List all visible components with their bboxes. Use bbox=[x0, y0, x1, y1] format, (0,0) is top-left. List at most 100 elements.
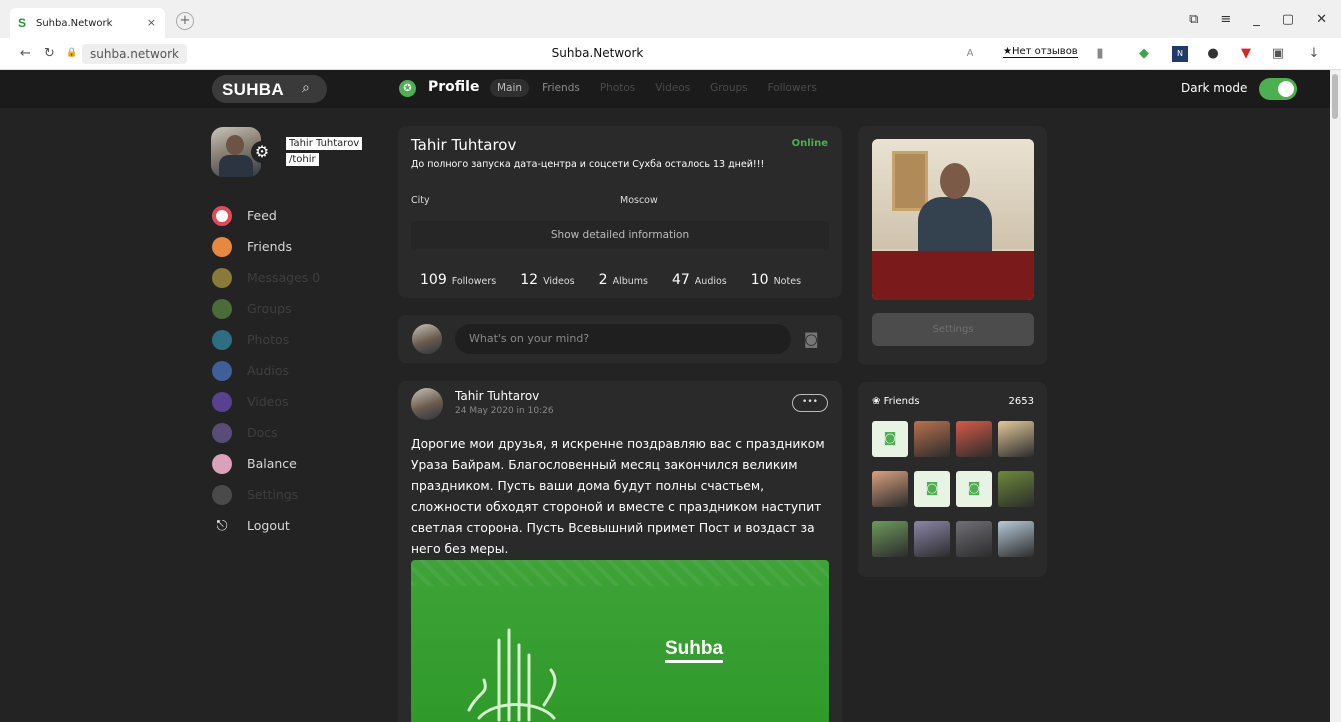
friend-avatar[interactable] bbox=[998, 421, 1034, 457]
camera-icon[interactable]: ◙ bbox=[804, 330, 819, 348]
friend-placeholder-camera-icon[interactable]: ◙ bbox=[956, 471, 992, 507]
sidebar-item-label: Feed bbox=[247, 208, 277, 223]
sidebar-item-friends[interactable]: Friends bbox=[212, 231, 320, 262]
tab-main[interactable]: Main bbox=[490, 79, 530, 97]
tab-friends[interactable]: Friends bbox=[535, 79, 587, 97]
news-icon[interactable]: N bbox=[1172, 46, 1188, 62]
browser-menu-icon[interactable]: ≡ bbox=[1220, 12, 1231, 27]
suhba-logo[interactable]: SUHBA ⌕ bbox=[212, 75, 327, 103]
tab-photos[interactable]: Photos bbox=[593, 79, 642, 97]
site-favicon-icon: S bbox=[18, 16, 27, 30]
sidebar-item-logout[interactable]: ⎋ Logout bbox=[212, 510, 320, 541]
bookmark-icon[interactable]: ▮ bbox=[1092, 46, 1108, 62]
tab-videos[interactable]: Videos bbox=[648, 79, 697, 97]
sidebar-item-groups[interactable]: Groups bbox=[212, 293, 320, 324]
profile-photo-card: Settings bbox=[858, 126, 1047, 365]
dark-mode-toggle[interactable] bbox=[1259, 78, 1297, 100]
sidebar-item-docs[interactable]: Docs bbox=[212, 417, 320, 448]
pin-icon[interactable]: ▼ bbox=[1238, 46, 1254, 62]
tab-followers[interactable]: Followers bbox=[761, 79, 824, 97]
user-name[interactable]: Tahir Tuhtarov bbox=[286, 137, 363, 150]
photo-person-head bbox=[940, 163, 970, 199]
sidebar-item-label: Messages 0 bbox=[247, 270, 321, 285]
back-arrow-icon[interactable]: ← bbox=[20, 46, 31, 61]
sidebar-item-videos[interactable]: Videos bbox=[212, 386, 320, 417]
post-author-avatar[interactable] bbox=[411, 388, 443, 420]
stat-followers[interactable]: 109 Followers bbox=[420, 269, 496, 288]
minimize-button[interactable]: _ bbox=[1253, 12, 1260, 27]
stat-albums[interactable]: 2 Albums bbox=[599, 269, 648, 288]
sidebar-item-settings[interactable]: Settings bbox=[212, 479, 320, 510]
download-icon[interactable]: ↓ bbox=[1306, 46, 1322, 62]
friend-avatar[interactable] bbox=[872, 471, 908, 507]
dark-mode-label: Dark mode bbox=[1181, 81, 1248, 95]
friend-avatar[interactable] bbox=[872, 521, 908, 557]
sidebar-item-photos[interactable]: Photos bbox=[212, 324, 320, 355]
videos-icon bbox=[212, 391, 232, 412]
friend-avatar[interactable] bbox=[998, 521, 1034, 557]
friends-title-text: Friends bbox=[883, 396, 920, 407]
post-options-button[interactable]: ••• bbox=[792, 394, 828, 412]
logo-text: SUHBA bbox=[222, 80, 284, 99]
settings-icon bbox=[212, 484, 232, 505]
friends-title[interactable]: ❀ Friends bbox=[872, 396, 920, 407]
post-input[interactable]: What's on your mind? bbox=[455, 324, 791, 354]
lock-icon[interactable]: 🔒 bbox=[66, 48, 77, 58]
groups-icon bbox=[212, 298, 232, 319]
friend-placeholder-camera-icon[interactable]: ◙ bbox=[872, 421, 908, 457]
photo-frame bbox=[892, 151, 928, 211]
sidebar-item-audios[interactable]: Audios bbox=[212, 355, 320, 386]
window-collections-icon[interactable]: ⧉ bbox=[1189, 12, 1198, 27]
suhba-image-logo: Suhba bbox=[665, 638, 724, 663]
sidebar-item-messages[interactable]: Messages 0 bbox=[212, 262, 320, 293]
avatar-body bbox=[219, 155, 253, 177]
sidebar-item-balance[interactable]: Balance bbox=[212, 448, 320, 479]
close-window-button[interactable]: ✕ bbox=[1316, 12, 1327, 27]
profile-stats: 109 Followers 12 Videos 2 Albums 47 Audios 1… bbox=[420, 269, 801, 288]
balance-icon bbox=[212, 453, 232, 474]
search-icon[interactable]: ⌕ bbox=[302, 80, 310, 96]
user-handle[interactable]: /tohir bbox=[286, 153, 319, 166]
audios-icon bbox=[212, 360, 232, 381]
translate-icon[interactable]: A bbox=[962, 46, 978, 62]
friends-card: ❀ Friends 2653 ◙ ◙ ◙ bbox=[858, 382, 1047, 577]
feed-icon bbox=[212, 205, 232, 226]
stat-audios[interactable]: 47 Audios bbox=[672, 269, 727, 288]
page-scrollbar[interactable] bbox=[1330, 70, 1341, 722]
profile-photo[interactable] bbox=[872, 139, 1034, 300]
maximize-button[interactable]: ▢ bbox=[1282, 12, 1294, 27]
show-details-button[interactable]: Show detailed information bbox=[411, 221, 829, 249]
friend-avatar[interactable] bbox=[914, 521, 950, 557]
friends-icon bbox=[212, 236, 232, 257]
friend-avatar[interactable] bbox=[998, 471, 1034, 507]
stat-notes[interactable]: 10 Notes bbox=[751, 269, 801, 288]
photo-person-body bbox=[918, 197, 992, 257]
reload-icon[interactable]: ↻ bbox=[44, 46, 55, 61]
stat-videos[interactable]: 12 Videos bbox=[520, 269, 574, 288]
url-field[interactable]: suhba.network bbox=[82, 44, 187, 64]
post-image[interactable]: Suhba bbox=[411, 560, 829, 722]
sidebar-item-feed[interactable]: Feed bbox=[212, 200, 320, 231]
puzzle-icon[interactable]: ▣ bbox=[1270, 46, 1286, 62]
sidebar-item-label: Docs bbox=[247, 425, 278, 440]
friend-avatar[interactable] bbox=[956, 521, 992, 557]
scrollbar-thumb[interactable] bbox=[1332, 74, 1338, 119]
gear-icon[interactable]: ⚙ bbox=[251, 141, 273, 163]
lightbulb-icon[interactable]: ● bbox=[1205, 46, 1221, 62]
reviews-link[interactable]: ★Нет отзывов bbox=[1003, 46, 1078, 58]
friend-avatar[interactable] bbox=[914, 421, 950, 457]
composer-avatar bbox=[412, 324, 442, 354]
browser-tab[interactable]: S Suhba.Network × bbox=[10, 8, 165, 38]
browser-tab-title: Suhba.Network bbox=[36, 17, 113, 29]
city-label: City bbox=[411, 195, 430, 206]
settings-button[interactable]: Settings bbox=[872, 313, 1034, 346]
friend-placeholder-camera-icon[interactable]: ◙ bbox=[914, 471, 950, 507]
tab-groups[interactable]: Groups bbox=[703, 79, 754, 97]
shield-icon[interactable]: ◆ bbox=[1136, 46, 1152, 62]
close-tab-icon[interactable]: × bbox=[147, 16, 156, 29]
friend-avatar[interactable] bbox=[956, 421, 992, 457]
new-tab-button[interactable]: + bbox=[176, 12, 194, 30]
status-message: До полного запуска дата-центра и соцсети… bbox=[411, 159, 765, 170]
photos-icon bbox=[212, 329, 232, 350]
post-author[interactable]: Tahir Tuhtarov bbox=[455, 389, 539, 403]
